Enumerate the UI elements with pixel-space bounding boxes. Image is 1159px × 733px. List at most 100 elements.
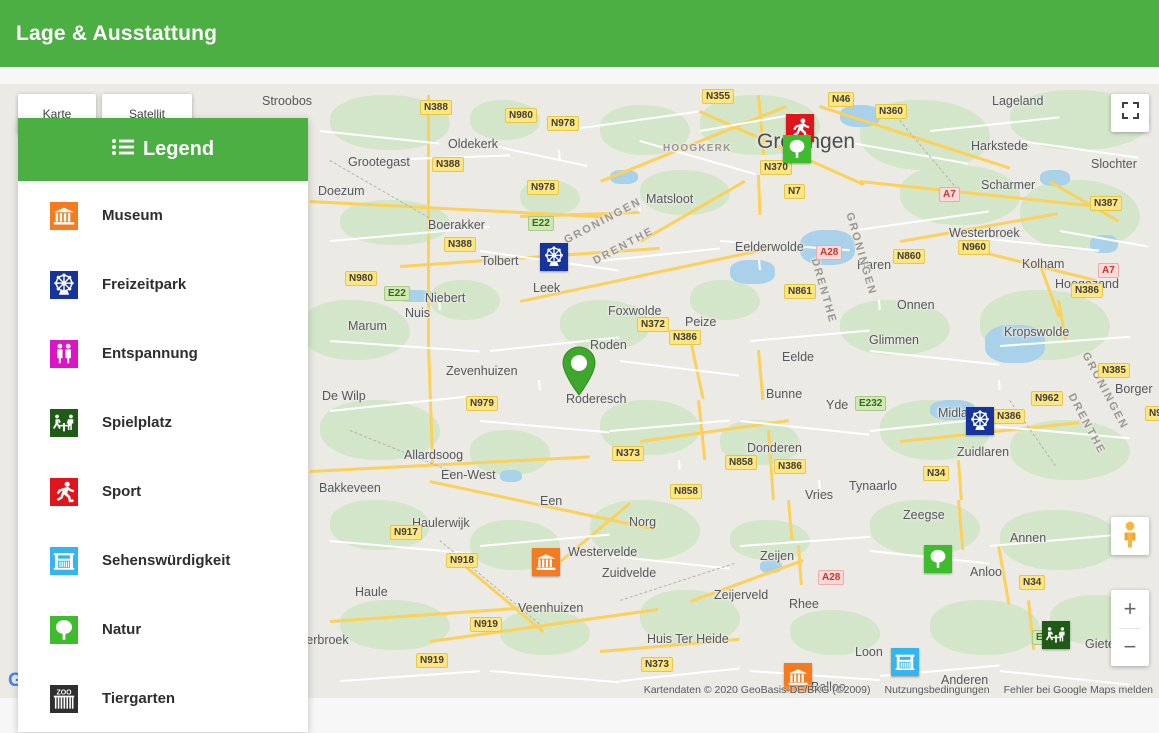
map-place-label: Matsloot <box>646 192 694 206</box>
map-road-shield: N388 <box>444 237 476 252</box>
legend-item-sehensw-rdigkeit[interactable]: Sehenswürdigkeit <box>18 526 308 595</box>
legend-item-label: Freizeitpark <box>102 276 187 293</box>
map-road-shield: N7 <box>784 184 805 199</box>
map-road-shield: N386 <box>993 409 1025 424</box>
map-place-label: Glimmen <box>869 333 920 347</box>
fullscreen-icon <box>1121 102 1139 124</box>
map-place-label: Harkstede <box>971 139 1028 153</box>
main-location-pin[interactable] <box>560 346 598 396</box>
legend-item-label: Sport <box>102 483 142 500</box>
map-road-shield: N46 <box>828 92 855 107</box>
legend-item-entspannung[interactable]: Entspannung <box>18 319 308 388</box>
map-road-shield: N9 <box>1145 406 1159 421</box>
map-place-label: Vries <box>805 488 834 502</box>
legend-item-spielplatz[interactable]: Spielplatz <box>18 388 308 457</box>
map-road-shield: N388 <box>420 100 452 115</box>
map-water <box>730 260 775 284</box>
map-road-shield: N373 <box>641 657 673 672</box>
street-view-pegman-button[interactable] <box>1111 517 1149 555</box>
map-place-label: Bunne <box>766 387 803 401</box>
map-place-label: Onnen <box>897 298 935 312</box>
map-place-label: Kropswolde <box>1004 325 1070 339</box>
map-road-shield: N385 <box>1098 363 1130 378</box>
map-place-label: Peize <box>685 315 717 329</box>
map-place-label: Een-West <box>441 468 496 482</box>
map-place-label: Slochter <box>1091 157 1137 171</box>
legend-item-list: Museum Freizeitpark Entspannung Spielpla… <box>18 181 308 732</box>
map-poi-playground[interactable] <box>1042 621 1070 649</box>
map-road-shield: A28 <box>816 245 843 260</box>
map-road-shield: N858 <box>725 455 757 470</box>
map-road-shield: N861 <box>784 284 816 299</box>
map-place-label: Scharmer <box>981 178 1036 192</box>
map-poi-landmark-bridge[interactable] <box>891 648 919 676</box>
map-road-shield: N386 <box>1071 283 1103 298</box>
map-place-label: Tynaarlo <box>849 479 897 493</box>
map-place-label: Boerakker <box>428 218 485 232</box>
map-place-label: Zeegse <box>903 508 945 522</box>
map-place-label: Eelde <box>782 350 814 364</box>
fullscreen-button[interactable] <box>1111 94 1149 132</box>
zoom-divider <box>1119 628 1141 629</box>
map-place-label: Bakkeveen <box>319 481 381 495</box>
map-poi-ferris-wheel[interactable] <box>966 407 994 435</box>
street-view-pegman-icon <box>1118 520 1142 553</box>
list-icon <box>111 138 134 161</box>
legend-item-sport[interactable]: Sport <box>18 457 308 526</box>
zoom-in-button[interactable]: + <box>1111 590 1149 628</box>
legend-item-label: Natur <box>102 621 142 638</box>
map-road-shield: N919 <box>416 653 448 668</box>
map-place-label: De Wilp <box>322 389 366 403</box>
plus-icon: + <box>1123 596 1137 621</box>
map-road-shield: N978 <box>527 180 559 195</box>
map-road-shield: N917 <box>390 525 422 540</box>
map-place-label: Tolbert <box>481 254 519 268</box>
map-road-shield: N919 <box>470 617 502 632</box>
map-place-label: Norg <box>629 515 657 529</box>
playground-icon <box>50 408 78 437</box>
map-poi-tree[interactable] <box>783 135 811 163</box>
header-spacer <box>0 67 1159 84</box>
map-road-shield: N962 <box>1031 391 1063 406</box>
map-place-label: Leek <box>533 281 561 295</box>
map-place-label: Nuis <box>405 306 431 320</box>
attribution-report-link[interactable]: Fehler bei Google Maps melden <box>1004 684 1153 696</box>
tree-icon <box>50 615 78 644</box>
map-place-label: Stroobos <box>262 94 313 108</box>
map-poi-museum[interactable] <box>532 548 560 576</box>
page-root: Lage & Ausstattung Stroobos Lageland Oldek… <box>0 0 1159 733</box>
page-title: Lage & Ausstattung <box>16 21 218 45</box>
map-place-label: Donderen <box>747 441 802 455</box>
map-road-shield: N372 <box>637 317 669 332</box>
museum-icon <box>50 201 78 230</box>
map-place-label: Haule <box>355 585 388 599</box>
attribution-terms-link[interactable]: Nutzungsbedingungen <box>884 684 989 696</box>
map-place-label: Yde <box>826 398 849 412</box>
spa-people-icon <box>50 339 78 368</box>
map-road-shield: E22 <box>384 286 410 301</box>
map-road-shield: A28 <box>818 570 845 585</box>
legend-item-freizeitpark[interactable]: Freizeitpark <box>18 250 308 319</box>
map-place-label: Zeijen <box>760 549 795 563</box>
map-poi-tree[interactable] <box>924 545 952 573</box>
map-road-shield: N960 <box>958 240 990 255</box>
legend-item-natur[interactable]: Natur <box>18 595 308 664</box>
legend-item-tiergarten[interactable]: ZOO Tiergarten <box>18 664 308 732</box>
map-road-shield: N388 <box>432 157 464 172</box>
map-road-shield: N980 <box>345 271 377 286</box>
map-place-label: Zuidlaren <box>957 445 1010 459</box>
map-place-label: Westervelde <box>568 545 638 559</box>
map-place-label: Veenhuizen <box>518 601 584 615</box>
legend-item-museum[interactable]: Museum <box>18 181 308 250</box>
map-place-label: Huis Ter Heide <box>647 632 729 646</box>
zoom-controls[interactable]: + − <box>1111 590 1149 666</box>
map-place-label: Annen <box>1010 531 1047 545</box>
map-poi-ferris-wheel[interactable] <box>540 243 568 271</box>
minus-icon: − <box>1123 634 1137 659</box>
map-road-shield: N34 <box>1019 575 1046 590</box>
zoom-out-button[interactable]: − <box>1111 628 1149 666</box>
map-road-shield: A7 <box>1098 263 1119 278</box>
ferris-wheel-icon <box>50 270 78 299</box>
map-water <box>500 470 522 482</box>
map-road-shield: N860 <box>893 249 925 264</box>
